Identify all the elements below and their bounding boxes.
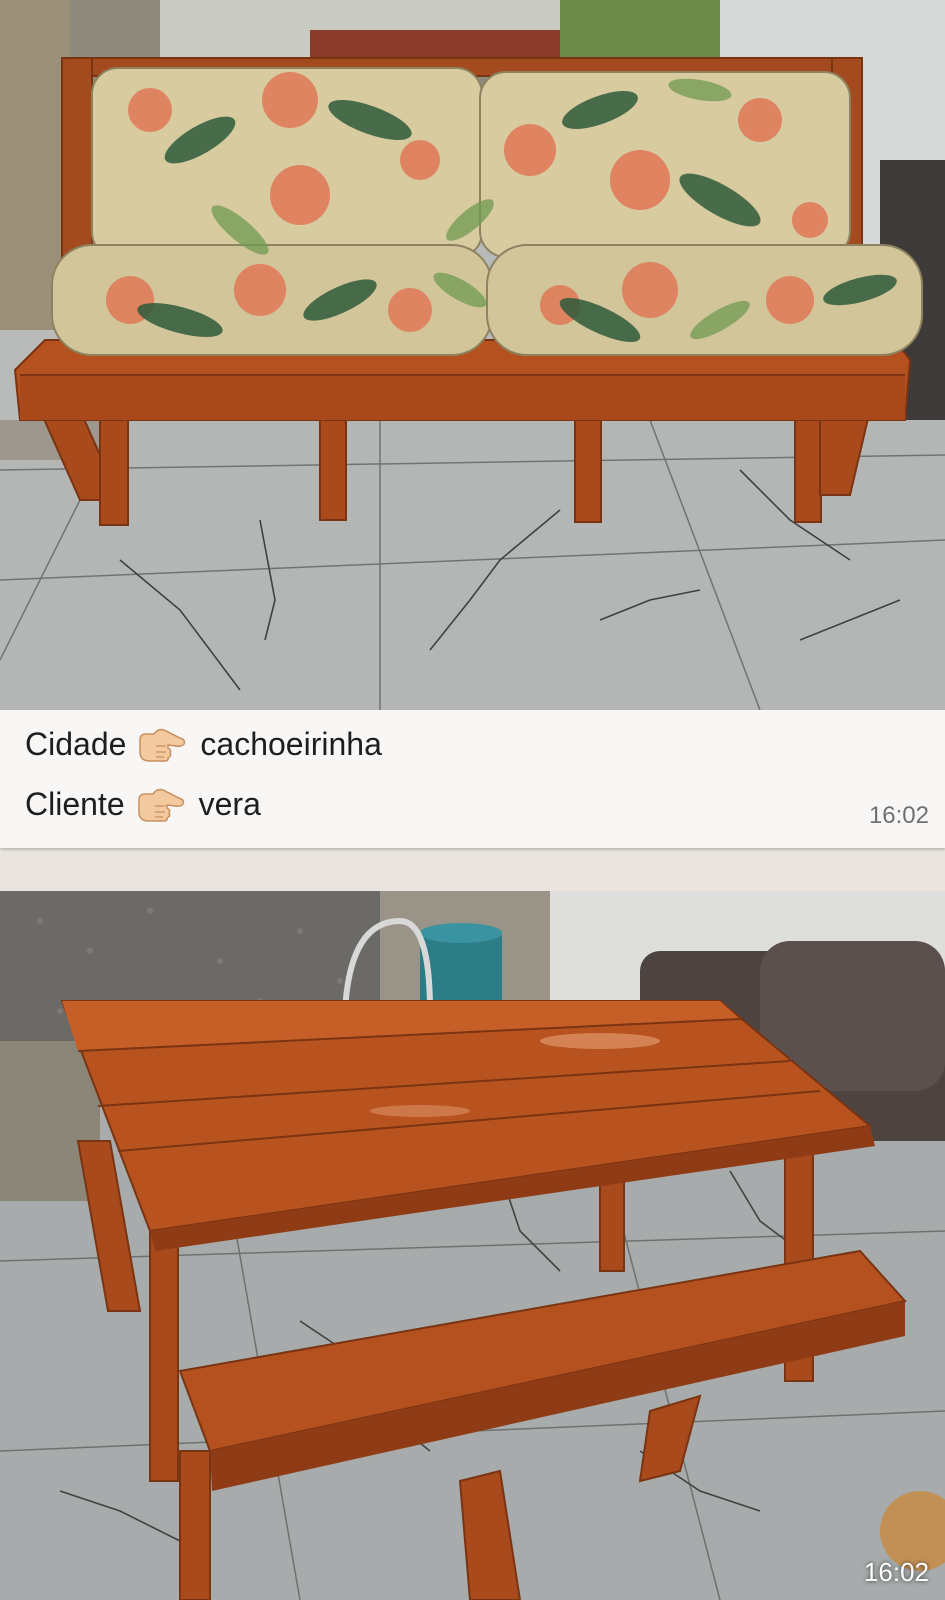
- photo-timestamp: 16:02: [863, 1557, 929, 1587]
- table-photo[interactable]: 16:02: [0, 891, 945, 1600]
- bench-photo-image: [0, 0, 945, 710]
- pointing-right-hand-icon: [136, 724, 188, 764]
- message-line-client: Cliente vera: [25, 784, 261, 824]
- text-message-bubble[interactable]: Cidade cachoeirinha Cliente vera 16:02: [0, 710, 945, 848]
- city-label: Cidade: [25, 725, 127, 762]
- city-value: cachoeirinha: [200, 725, 382, 762]
- chat-view: Cidade cachoeirinha Cliente vera 16:02 1…: [0, 0, 945, 1600]
- client-label: Cliente: [25, 785, 125, 822]
- client-value: vera: [198, 785, 261, 822]
- message-line-city: Cidade cachoeirinha: [25, 724, 382, 764]
- pointing-right-hand-icon: [135, 784, 187, 824]
- bench-photo[interactable]: [0, 0, 945, 710]
- table-photo-image: [0, 891, 945, 1600]
- message-timestamp: 16:02: [868, 802, 929, 829]
